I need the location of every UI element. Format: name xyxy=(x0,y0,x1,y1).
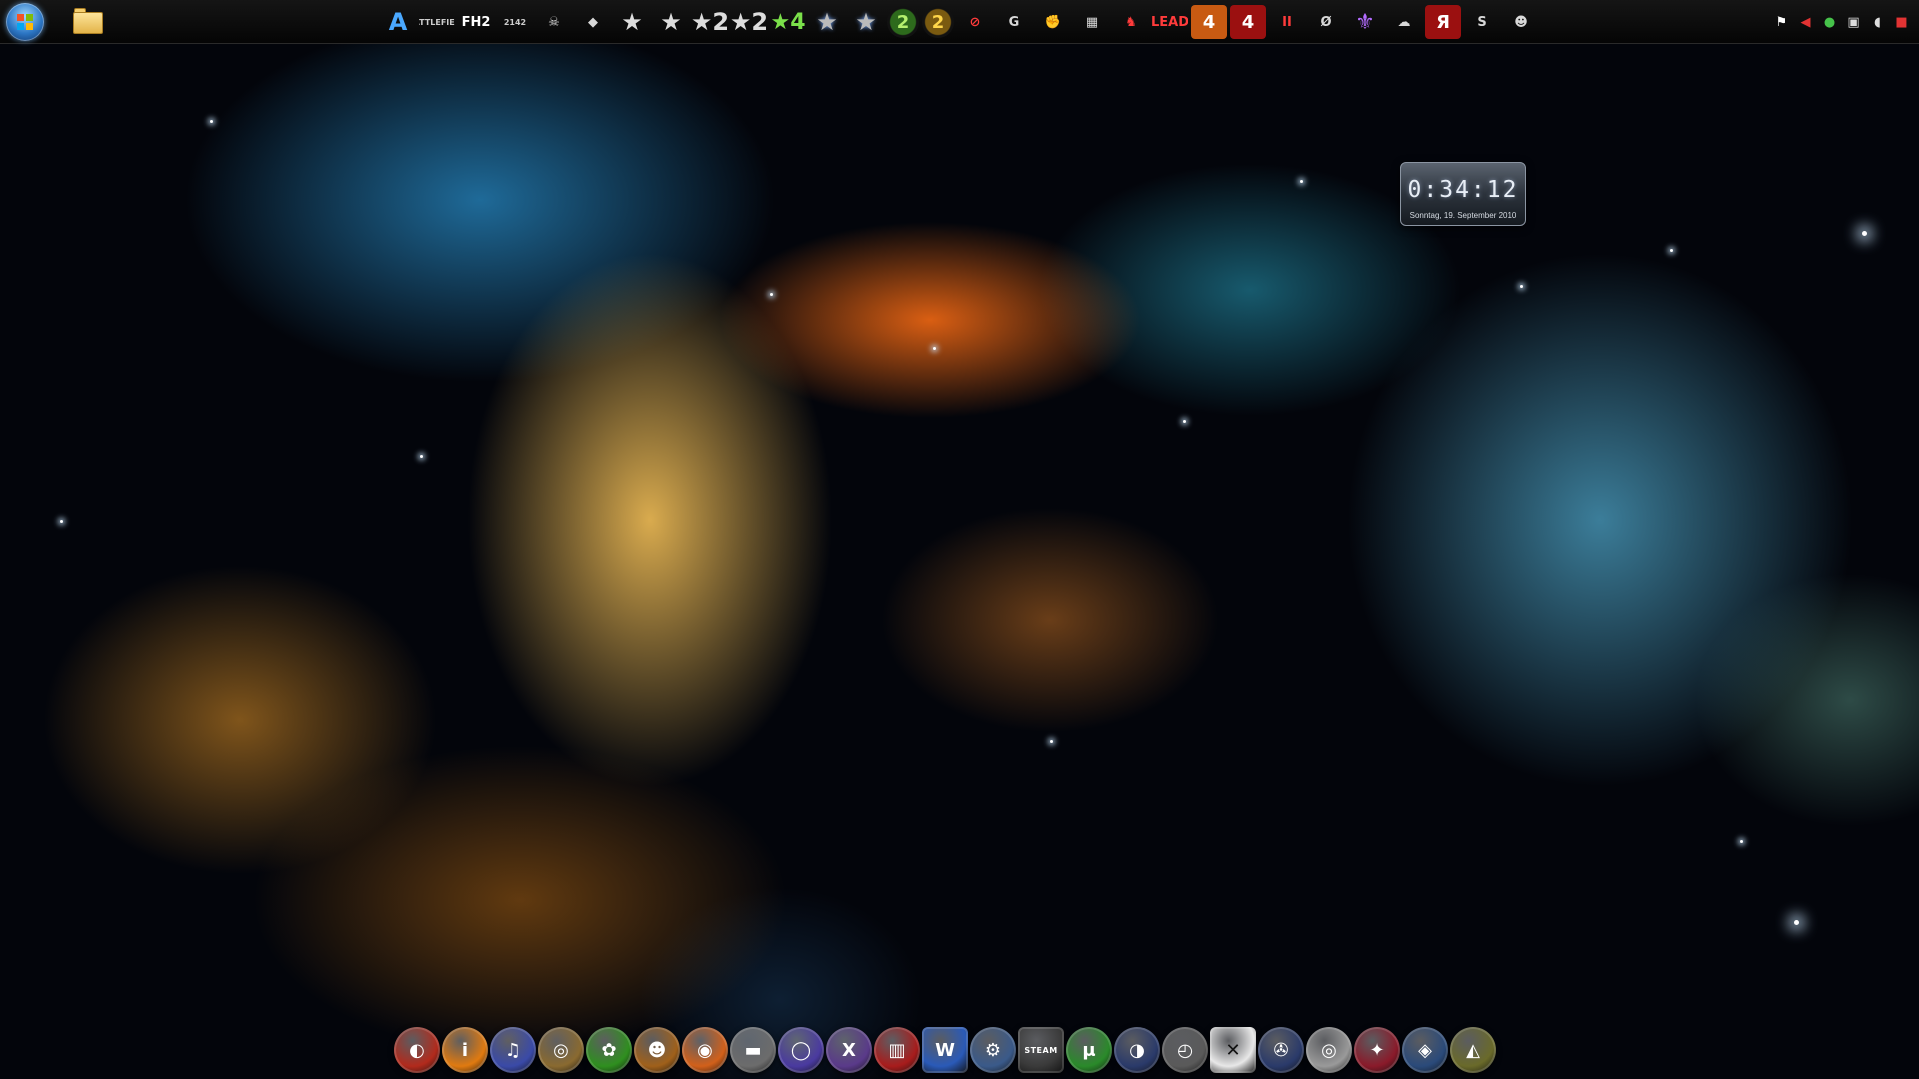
star xyxy=(60,520,63,523)
dock-icon-21[interactable]: ✦ xyxy=(1354,1027,1400,1073)
dock-icon-04[interactable]: ◎ xyxy=(538,1027,584,1073)
windows-explorer-button[interactable] xyxy=(72,6,104,36)
taskbar-icon-09[interactable]: ★2 xyxy=(692,5,728,39)
taskbar-icon-05[interactable]: ☠ xyxy=(536,5,572,39)
taskbar-icon-06[interactable]: ◆ xyxy=(575,5,611,39)
star xyxy=(1520,285,1523,288)
action-center-flag-icon[interactable]: ⚑ xyxy=(1774,15,1789,30)
star xyxy=(1183,420,1186,423)
star xyxy=(1862,231,1867,236)
dock-icon-01[interactable]: ◐ xyxy=(394,1027,440,1073)
taskbar-icon-15[interactable]: 2 xyxy=(922,6,954,38)
clock-date: Sonntag, 19. September 2010 xyxy=(1409,211,1517,220)
app-tray-icon[interactable]: ■ xyxy=(1894,15,1909,30)
taskbar-icon-14[interactable]: 2 xyxy=(887,6,919,38)
taskbar-icon-08[interactable]: ★ xyxy=(653,5,689,39)
taskbar-icon-07[interactable]: ★ xyxy=(614,5,650,39)
dock-icon-19[interactable]: ✇ xyxy=(1258,1027,1304,1073)
folder-icon xyxy=(73,12,103,34)
dock-icon-09[interactable]: ◯ xyxy=(778,1027,824,1073)
star xyxy=(1670,249,1673,252)
taskbar-icon-27[interactable]: ☁ xyxy=(1386,5,1422,39)
clock-time: 0:34:12 xyxy=(1407,177,1519,203)
dock-icon-20[interactable]: ◎ xyxy=(1306,1027,1352,1073)
taskbar-icon-25[interactable]: Ø xyxy=(1308,5,1344,39)
desktop-wallpaper xyxy=(0,0,1919,1079)
dock-icon-13[interactable]: ⚙ xyxy=(970,1027,1016,1073)
dock-icon-16[interactable]: ◑ xyxy=(1114,1027,1160,1073)
taskbar-icon-20[interactable]: ♞ xyxy=(1113,5,1149,39)
dock-icon-14[interactable]: STEAM xyxy=(1018,1027,1064,1073)
taskbar-icon-26[interactable]: ⚜ xyxy=(1347,5,1383,39)
dock-icon-03[interactable]: ♫ xyxy=(490,1027,536,1073)
dock-icon-08[interactable]: ▬ xyxy=(730,1027,776,1073)
dock-icon-06[interactable]: ☻ xyxy=(634,1027,680,1073)
taskbar-icon-22[interactable]: 4 xyxy=(1191,5,1227,39)
clock-gadget[interactable]: 0:34:12 Sonntag, 19. September 2010 xyxy=(1400,162,1526,226)
network-icon[interactable]: ▣ xyxy=(1846,15,1861,30)
dock-icon-22[interactable]: ◈ xyxy=(1402,1027,1448,1073)
dock-icon-18[interactable]: ✕ xyxy=(1210,1027,1256,1073)
star xyxy=(933,347,936,350)
dock-icon-15[interactable]: μ xyxy=(1066,1027,1112,1073)
taskbar: ABATTLEFIELDFH22142☠◆★★★2★2★4★★22⊘G✊▦♞LE… xyxy=(0,0,1919,44)
taskbar-icon-29[interactable]: S xyxy=(1464,5,1500,39)
dock-icon-11[interactable]: ▥ xyxy=(874,1027,920,1073)
dock-icon-17[interactable]: ◴ xyxy=(1162,1027,1208,1073)
system-tray: ⚑ ◀ ● ▣ ◖ ■ xyxy=(1774,10,1909,34)
taskbar-icon-30[interactable]: ☻ xyxy=(1503,5,1539,39)
star xyxy=(1300,180,1303,183)
green-shield-icon[interactable]: ● xyxy=(1822,15,1837,30)
star xyxy=(1740,840,1743,843)
taskbar-icon-01[interactable]: A xyxy=(380,5,416,39)
taskbar-icon-10[interactable]: ★2 xyxy=(731,5,767,39)
start-button[interactable] xyxy=(6,3,44,41)
windows-logo-icon xyxy=(17,14,33,30)
taskbar-icon-16[interactable]: ⊘ xyxy=(957,5,993,39)
pinned-apps: ABATTLEFIELDFH22142☠◆★★★2★2★4★★22⊘G✊▦♞LE… xyxy=(380,4,1539,40)
taskbar-icon-17[interactable]: G xyxy=(996,5,1032,39)
taskbar-icon-03[interactable]: FH2 xyxy=(458,5,494,39)
taskbar-icon-13[interactable]: ★ xyxy=(848,5,884,39)
dock-icon-10[interactable]: X xyxy=(826,1027,872,1073)
taskbar-icon-21[interactable]: LEAD xyxy=(1152,5,1188,39)
star xyxy=(210,120,213,123)
taskbar-icon-19[interactable]: ▦ xyxy=(1074,5,1110,39)
taskbar-icon-04[interactable]: 2142 xyxy=(497,5,533,39)
taskbar-icon-11[interactable]: ★4 xyxy=(770,5,806,39)
taskbar-icon-12[interactable]: ★ xyxy=(809,5,845,39)
star xyxy=(1050,740,1053,743)
star xyxy=(770,293,773,296)
taskbar-icon-28[interactable]: Я xyxy=(1425,5,1461,39)
star xyxy=(1794,920,1799,925)
taskbar-icon-23[interactable]: 4 xyxy=(1230,5,1266,39)
taskbar-icon-24[interactable]: II xyxy=(1269,5,1305,39)
star xyxy=(420,455,423,458)
dock: ◐ i ♫ ◎ ✿ ☻ ◉ ▬ ◯ X ▥ W ⚙ STEAM μ ◑ ◴ ✕ ✇ ◎ ✦ ◈ ◭ xyxy=(394,1024,1496,1076)
dock-icon-02[interactable]: i xyxy=(442,1027,488,1073)
volume-icon[interactable]: ◖ xyxy=(1870,15,1885,30)
taskbar-icon-18[interactable]: ✊ xyxy=(1035,5,1071,39)
red-arrow-icon[interactable]: ◀ xyxy=(1798,15,1813,30)
dock-icon-05[interactable]: ✿ xyxy=(586,1027,632,1073)
dock-icon-07[interactable]: ◉ xyxy=(682,1027,728,1073)
taskbar-icon-02[interactable]: BATTLEFIELD xyxy=(419,5,455,39)
dock-icon-23[interactable]: ◭ xyxy=(1450,1027,1496,1073)
dock-icon-12[interactable]: W xyxy=(922,1027,968,1073)
